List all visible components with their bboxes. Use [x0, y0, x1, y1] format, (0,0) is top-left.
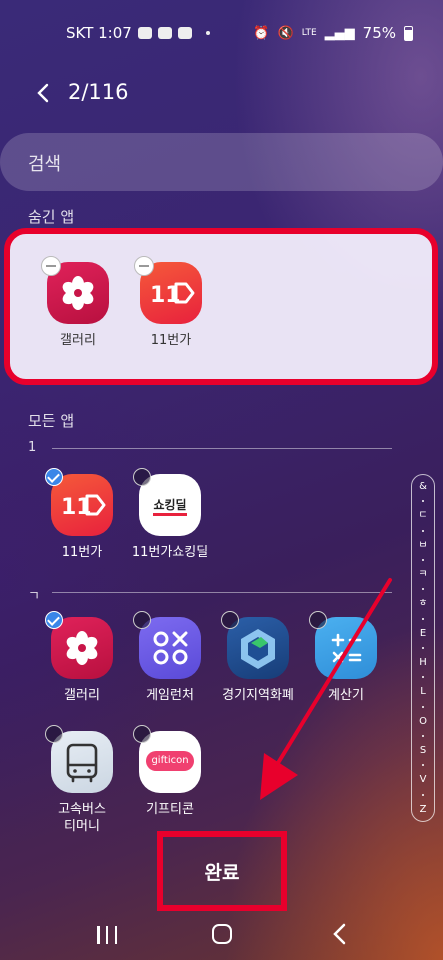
index-letter[interactable]: L	[420, 686, 426, 697]
hidden-app-11st[interactable]: 11 11번가	[123, 256, 219, 349]
app-gallery[interactable]: 갤러리	[34, 611, 130, 704]
checked-icon[interactable]	[45, 611, 63, 629]
app-11st[interactable]: 11 11번가	[34, 468, 130, 561]
checked-icon[interactable]	[45, 468, 63, 486]
app-11st-shocking-deal[interactable]: 쇼킹딜 11번가쇼킹딜	[122, 468, 218, 561]
11st-icon: 11	[45, 468, 113, 536]
gallery-flower-icon	[41, 256, 109, 324]
index-letter[interactable]: ㅂ	[418, 540, 427, 551]
shocking-deal-badge: 쇼킹딜	[153, 498, 187, 512]
home-icon[interactable]	[212, 924, 232, 944]
11st-icon: 11	[134, 256, 202, 324]
battery-icon	[404, 25, 413, 41]
group-header-giyeok: ㄱ	[28, 589, 40, 604]
index-letter[interactable]: ㅋ	[418, 569, 427, 580]
index-letter[interactable]: S	[420, 745, 426, 756]
more-notifications-icon	[205, 31, 210, 35]
battery-percent: 75%	[362, 24, 396, 42]
group-divider	[52, 448, 392, 449]
index-letter[interactable]: &	[419, 481, 427, 492]
group-header-1: 1	[28, 440, 37, 455]
index-letter[interactable]: Z	[420, 804, 427, 815]
app-label: 고속버스 티머니	[58, 802, 106, 834]
bus-icon	[45, 725, 113, 793]
search-placeholder: 검색	[28, 154, 62, 175]
app-label: 11번가	[61, 545, 103, 560]
app-label: 기프티콘	[146, 802, 194, 817]
app-label: 갤러리	[60, 333, 96, 348]
gifticon-badge: gifticon	[146, 751, 194, 771]
gallery-flower-icon	[45, 611, 113, 679]
index-letter[interactable]: ㅎ	[418, 598, 427, 609]
index-letter[interactable]: V	[420, 774, 427, 785]
page-title: 2/116	[68, 80, 129, 104]
hidden-apps-panel: 갤러리 11 11번가	[4, 228, 438, 385]
status-bar: SKT 1:07 ⏰ 🔇 LTE ▂▄▆ 75%	[0, 0, 443, 68]
carrier-time: SKT 1:07	[66, 24, 132, 42]
unchecked-icon[interactable]	[45, 725, 63, 743]
annotation-arrow-icon	[260, 578, 392, 800]
all-apps-label: 모든 앱	[28, 412, 75, 430]
app-label: 게임런처	[146, 688, 194, 703]
unchecked-icon[interactable]	[133, 611, 151, 629]
app-label: 11번가쇼킹딜	[131, 545, 209, 560]
app-label: 갤러리	[64, 688, 100, 703]
highlight-box	[157, 831, 287, 911]
index-letter[interactable]: ㄷ	[418, 510, 427, 521]
status-left: SKT 1:07	[66, 24, 210, 42]
mute-icon: 🔇	[277, 25, 294, 41]
status-right: ⏰ 🔇 LTE ▂▄▆ 75%	[253, 24, 413, 42]
signal-icon: ▂▄▆	[324, 25, 355, 41]
index-letter[interactable]: E	[420, 628, 426, 639]
hidden-app-gallery[interactable]: 갤러리	[30, 256, 126, 349]
index-letter[interactable]: O	[419, 716, 427, 727]
shocking-deal-icon: 쇼킹딜	[133, 468, 201, 536]
app-notification-icon	[177, 27, 192, 39]
chevron-left-icon	[37, 83, 49, 103]
recent-apps-icon[interactable]	[97, 926, 117, 944]
app-gifticon[interactable]: gifticon 기프티콘	[122, 725, 218, 818]
app-express-bus[interactable]: 고속버스 티머니	[34, 725, 130, 835]
talk-notification-icon	[137, 27, 152, 39]
hidden-apps-label: 숨긴 앱	[28, 208, 75, 226]
gifticon-icon: gifticon	[133, 725, 201, 793]
unchecked-icon[interactable]	[221, 611, 239, 629]
game-launcher-icon	[133, 611, 201, 679]
gallery-notification-icon	[157, 27, 172, 39]
remove-icon[interactable]	[134, 256, 154, 276]
unchecked-icon[interactable]	[133, 468, 151, 486]
lte-indicator: LTE	[301, 28, 317, 38]
search-input[interactable]: 검색	[0, 133, 443, 191]
back-button[interactable]	[28, 78, 58, 108]
badge-underline	[153, 513, 187, 516]
remove-icon[interactable]	[41, 256, 61, 276]
app-label: 11번가	[150, 333, 192, 348]
app-game-launcher[interactable]: 게임런처	[122, 611, 218, 704]
alarm-icon: ⏰	[253, 25, 270, 41]
index-letter[interactable]: H	[419, 657, 427, 668]
index-scrollbar[interactable]: & ㄷ ㅂ ㅋ ㅎ E H L O S V Z	[411, 474, 435, 822]
unchecked-icon[interactable]	[133, 725, 151, 743]
nav-back-icon[interactable]	[328, 920, 352, 948]
